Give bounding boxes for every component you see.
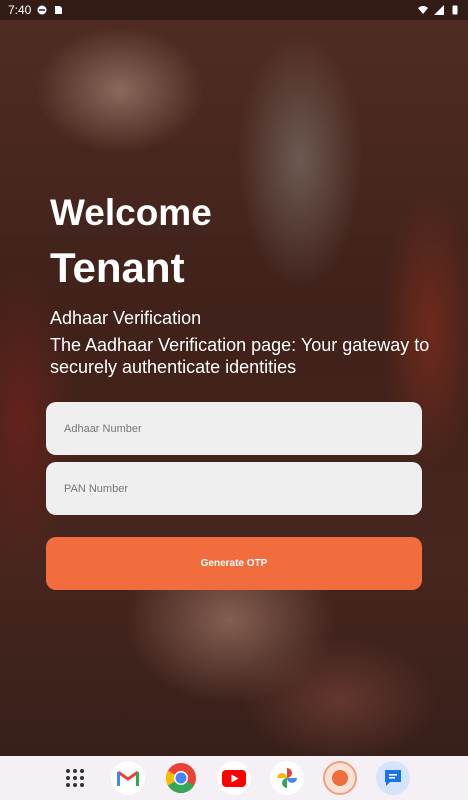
page-subtitle: Adhaar Verification: [50, 308, 202, 328]
battery-icon: [452, 5, 458, 15]
photos-icon[interactable]: [270, 761, 304, 795]
status-time: 7:40: [8, 3, 32, 17]
aadhaar-number-input[interactable]: [46, 402, 422, 455]
gmail-icon[interactable]: [111, 761, 145, 795]
pan-number-input[interactable]: [46, 462, 422, 515]
app-icon[interactable]: [323, 761, 357, 795]
youtube-icon[interactable]: [217, 761, 251, 795]
background-overlay: [0, 0, 468, 800]
role-heading: Tenant: [50, 244, 185, 291]
sim-icon: [55, 6, 63, 14]
wifi-icon: [418, 6, 428, 14]
welcome-heading: Welcome: [50, 192, 212, 233]
app-dock: [0, 756, 468, 800]
status-bar: 7:40: [0, 0, 468, 20]
messages-icon[interactable]: [376, 761, 410, 795]
signal-icon: [434, 5, 444, 15]
vpn-icon: [37, 5, 47, 15]
generate-otp-button[interactable]: Generate OTP: [46, 537, 422, 590]
page-description: The Aadhaar Verification page: Your gate…: [50, 335, 430, 377]
chrome-icon[interactable]: [164, 761, 198, 795]
app-drawer-icon[interactable]: [58, 761, 92, 795]
